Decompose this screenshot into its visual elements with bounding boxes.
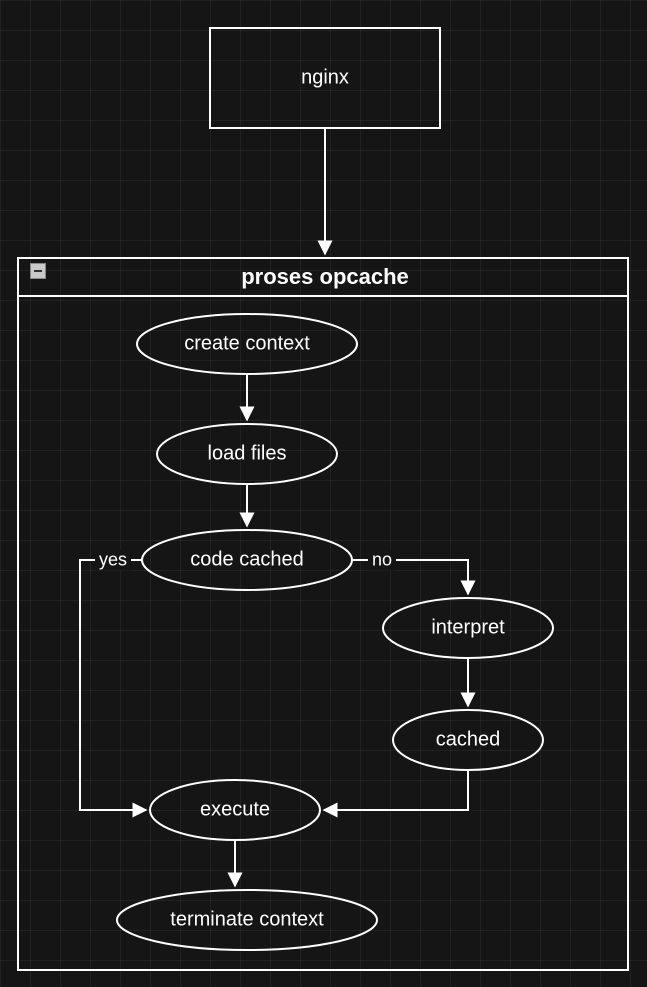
edge-label-no: no [368,550,396,571]
label-create-context: create context [184,333,310,356]
diagram-svg [0,0,647,987]
label-interpret: interpret [431,617,504,640]
edge-cached-yes-to-execute [80,560,146,810]
edge-cached-to-execute [324,770,468,810]
collapse-icon[interactable] [30,263,46,279]
edge-label-yes: yes [95,550,131,571]
label-load-files: load files [208,443,287,466]
container-title: proses opcache [241,264,409,290]
label-cached: cached [436,729,501,752]
label-code-cached: code cached [190,549,303,572]
label-nginx: nginx [301,67,349,90]
label-execute: execute [200,799,270,822]
label-terminate-context: terminate context [170,909,323,932]
